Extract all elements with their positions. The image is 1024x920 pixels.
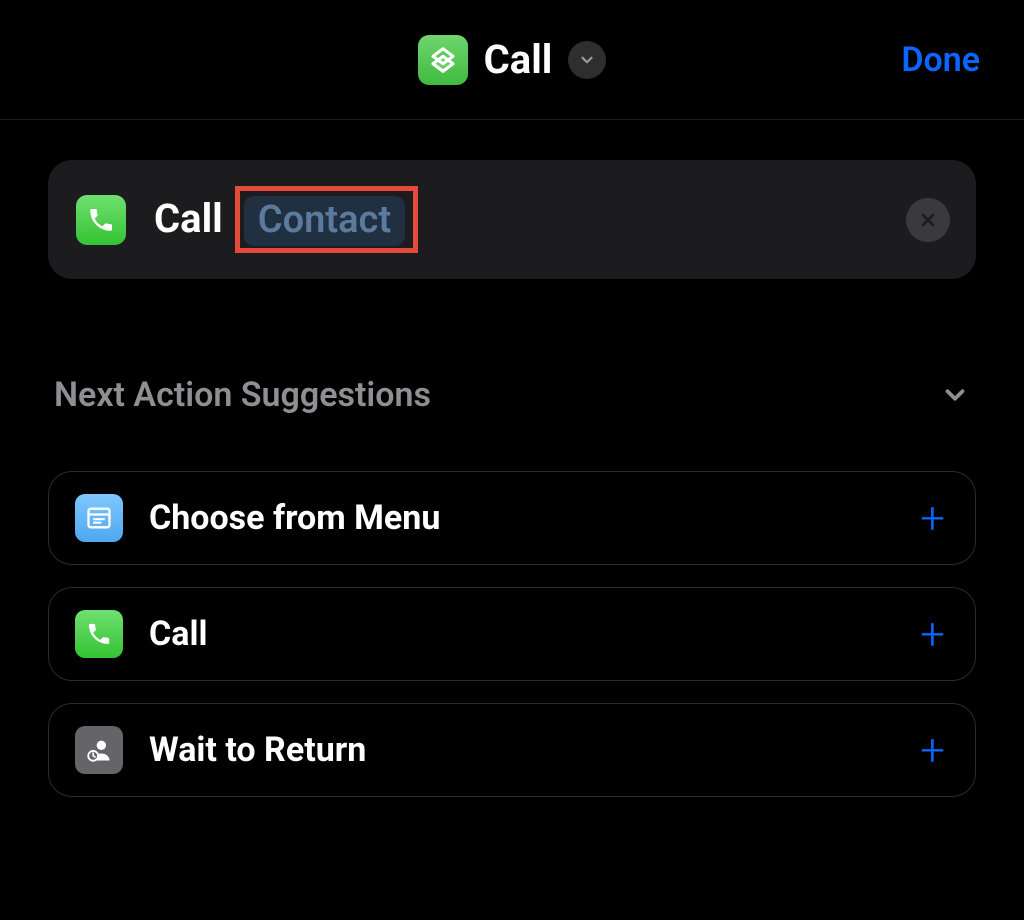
phone-icon	[75, 610, 123, 658]
chevron-down-icon	[940, 380, 970, 410]
header-title-group[interactable]: Call	[418, 35, 607, 85]
action-verb: Call	[154, 195, 223, 242]
suggestions-title: Next Action Suggestions	[54, 375, 431, 415]
menu-icon	[75, 494, 123, 542]
wait-return-icon	[75, 726, 123, 774]
highlight-annotation: Contact	[235, 186, 418, 253]
suggestion-label: Wait to Return	[149, 730, 366, 770]
add-suggestion-button[interactable]: +	[920, 728, 945, 772]
suggestion-call[interactable]: Call +	[48, 587, 976, 681]
done-button[interactable]: Done	[901, 40, 980, 80]
suggestion-label: Call	[149, 614, 207, 654]
suggestions-header[interactable]: Next Action Suggestions	[48, 375, 976, 415]
title-dropdown-button[interactable]	[568, 41, 606, 79]
call-action-card[interactable]: Call Contact	[48, 160, 976, 279]
phone-icon	[76, 195, 126, 245]
shortcuts-app-icon	[418, 35, 468, 85]
suggestion-label: Choose from Menu	[149, 498, 440, 538]
contact-parameter-token[interactable]: Contact	[244, 196, 405, 246]
add-suggestion-button[interactable]: +	[920, 612, 945, 656]
suggestion-choose-from-menu[interactable]: Choose from Menu +	[48, 471, 976, 565]
suggestions-list: Choose from Menu + Call + Wait to R	[48, 471, 976, 797]
action-text: Call Contact	[154, 186, 418, 253]
chevron-down-icon	[578, 51, 596, 69]
clear-action-button[interactable]	[906, 198, 950, 242]
page-title: Call	[484, 36, 553, 83]
close-icon	[918, 210, 938, 230]
header-bar: Call Done	[0, 0, 1024, 120]
add-suggestion-button[interactable]: +	[920, 496, 945, 540]
content-area: Call Contact Next Action Suggestions	[0, 120, 1024, 797]
suggestion-wait-to-return[interactable]: Wait to Return +	[48, 703, 976, 797]
